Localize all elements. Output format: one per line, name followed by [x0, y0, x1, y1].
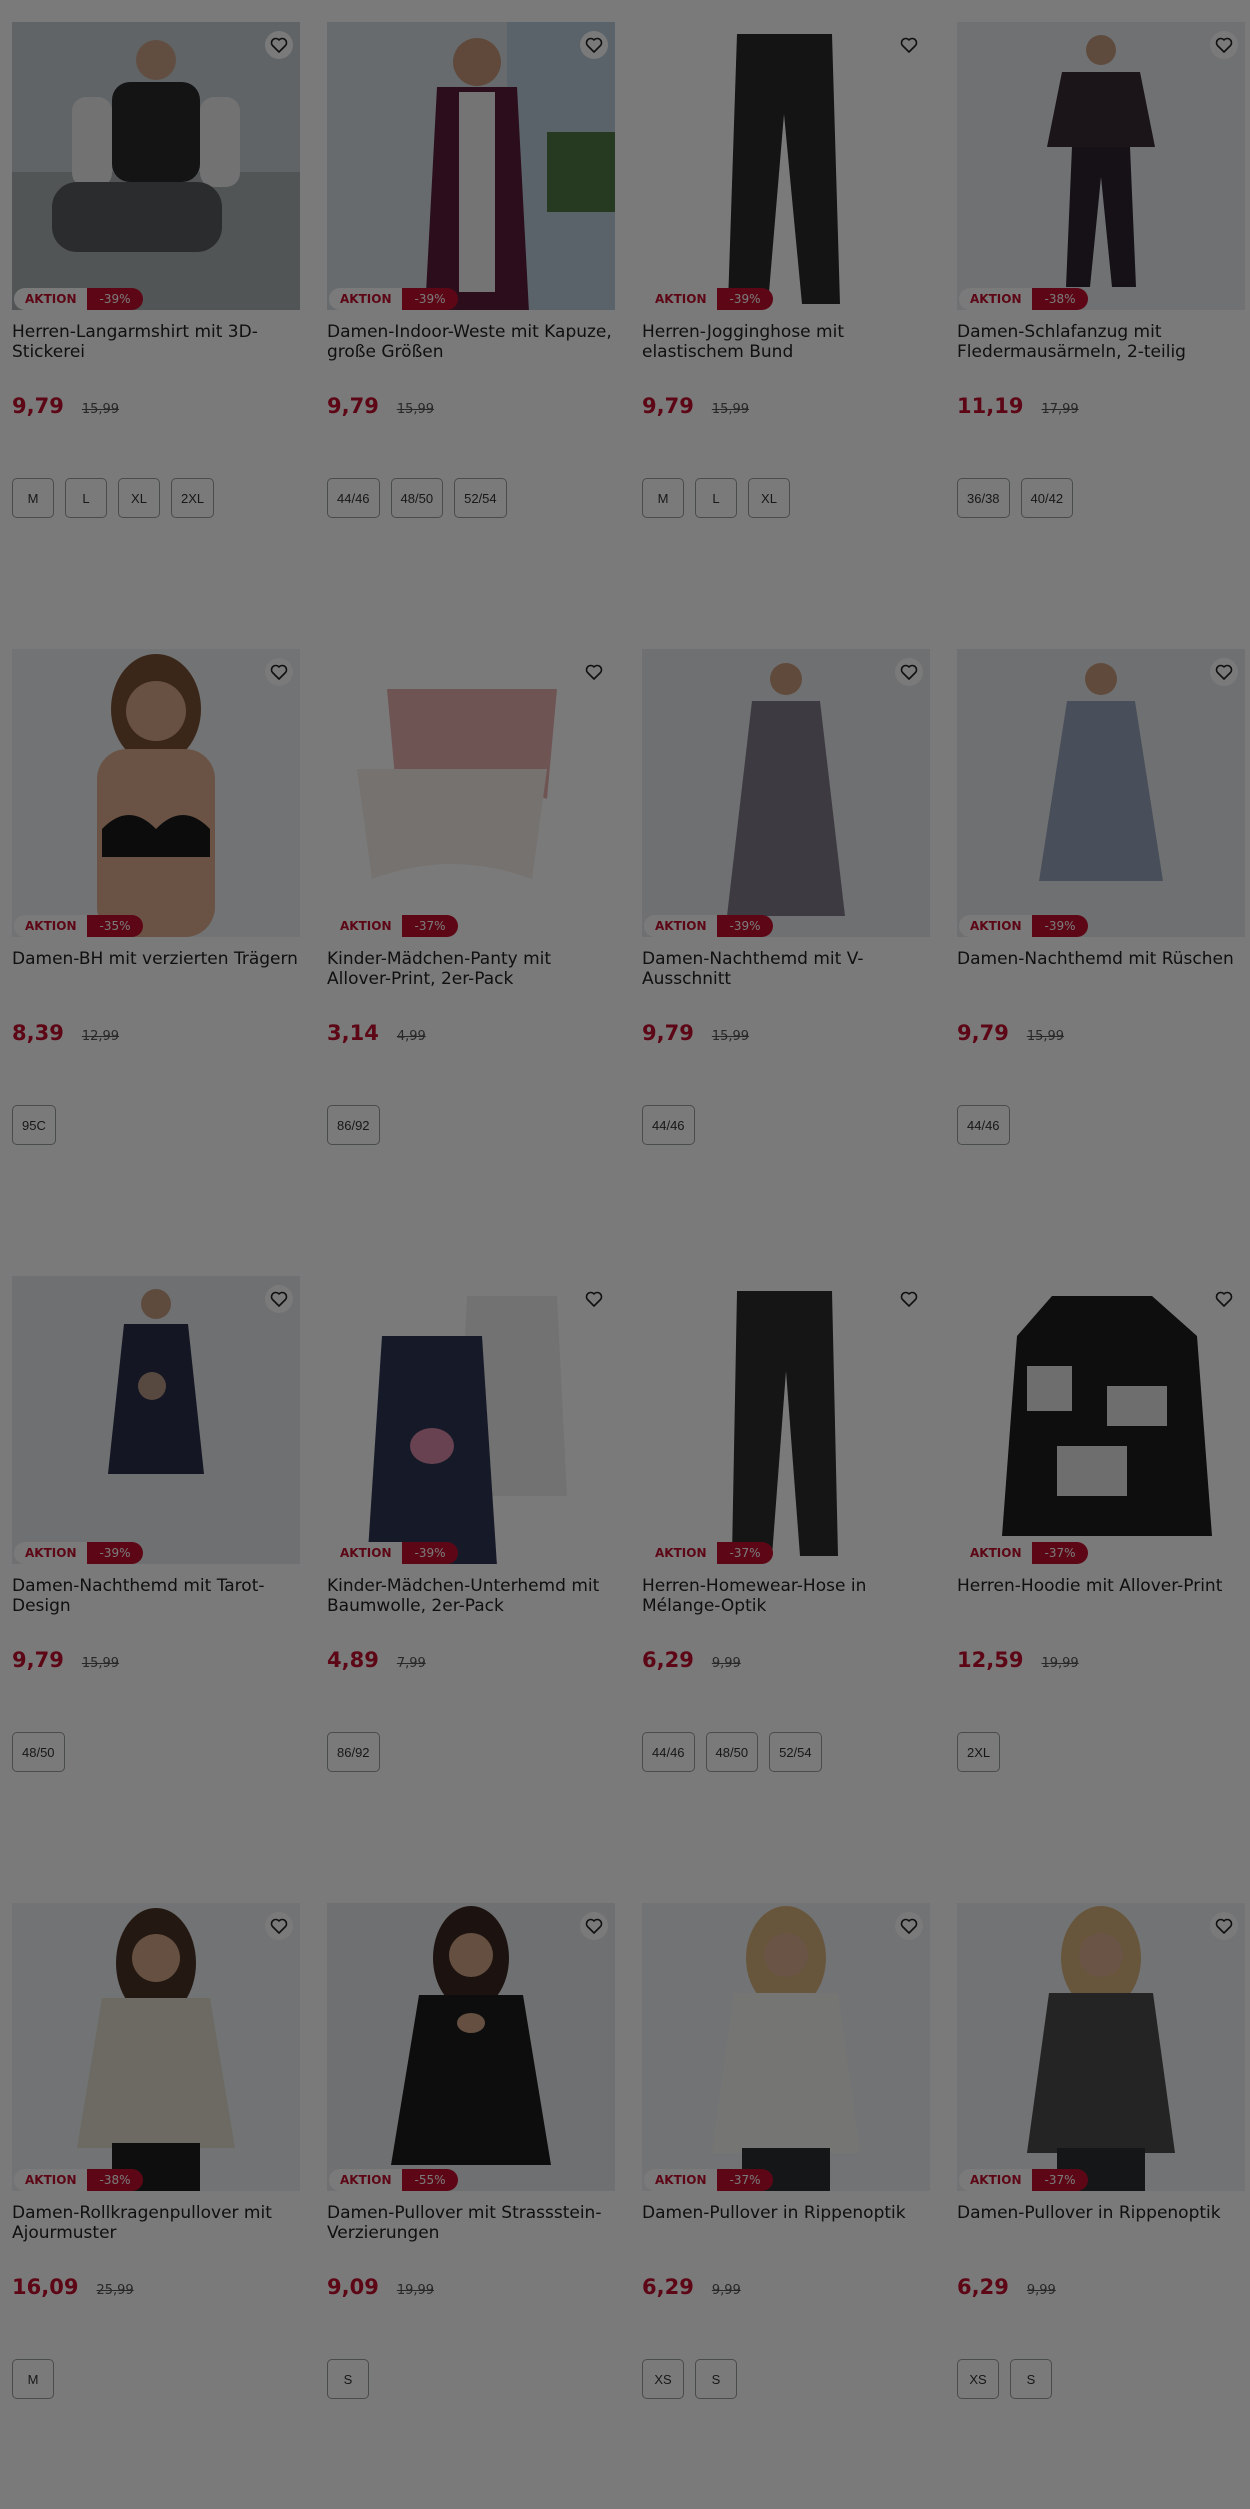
modal-backdrop-overlay[interactable] — [0, 0, 1250, 2509]
